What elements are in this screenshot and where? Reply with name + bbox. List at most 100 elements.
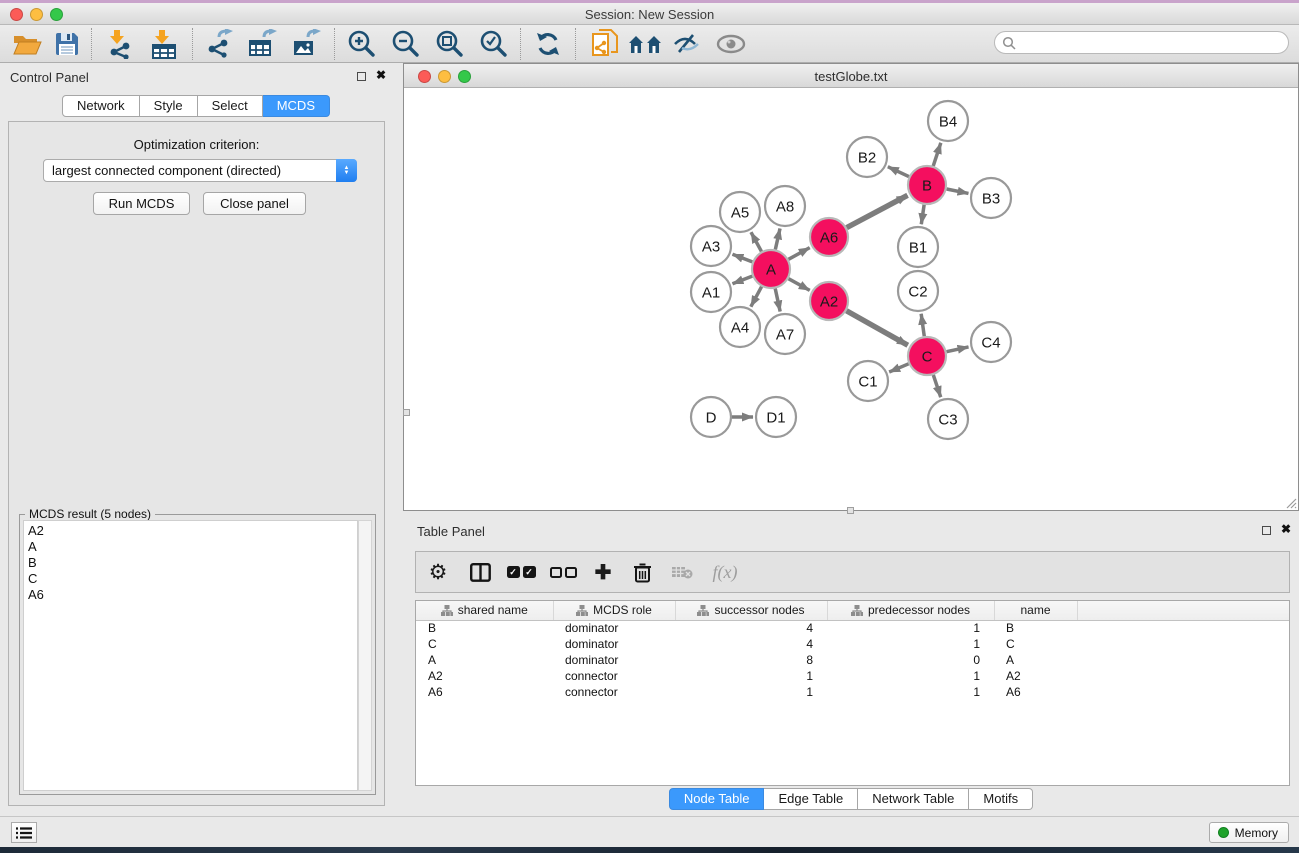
open-session-button[interactable] bbox=[8, 27, 46, 61]
import-table-button[interactable] bbox=[145, 27, 183, 61]
mcds-result-list[interactable]: A2ABCA6 bbox=[23, 520, 358, 791]
graph-node-A1[interactable]: A1 bbox=[691, 272, 731, 312]
graph-node-D[interactable]: D bbox=[691, 397, 731, 437]
table-cell[interactable]: 1 bbox=[827, 684, 994, 700]
table-row[interactable]: Cdominator41C bbox=[416, 636, 1289, 652]
table-row[interactable]: A6connector11A6 bbox=[416, 684, 1289, 700]
table-cell[interactable]: 1 bbox=[827, 636, 994, 652]
graph-node-D1[interactable]: D1 bbox=[756, 397, 796, 437]
graph-node-B3[interactable]: B3 bbox=[971, 178, 1011, 218]
graph-edge-A-A1[interactable] bbox=[732, 276, 752, 284]
zoom-out-button[interactable] bbox=[386, 27, 424, 61]
table-cell[interactable]: A2 bbox=[416, 668, 553, 684]
window-resize-handle[interactable] bbox=[1285, 497, 1297, 509]
table-row[interactable]: Bdominator41B bbox=[416, 620, 1289, 636]
run-mcds-button[interactable]: Run MCDS bbox=[93, 192, 190, 215]
table-cell[interactable]: 0 bbox=[827, 652, 994, 668]
graph-edge-A-A6[interactable] bbox=[789, 248, 810, 260]
column-header-MCDS-role[interactable]: MCDS role bbox=[553, 601, 675, 620]
table-cell[interactable]: 4 bbox=[675, 620, 827, 636]
graph-edge-B-B1[interactable] bbox=[921, 205, 924, 224]
graph-node-C1[interactable]: C1 bbox=[848, 361, 888, 401]
network-window-titlebar[interactable]: testGlobe.txt bbox=[404, 64, 1298, 88]
table-cell[interactable]: dominator bbox=[553, 620, 675, 636]
table-cell[interactable]: 4 bbox=[675, 636, 827, 652]
column-header-predecessor-nodes[interactable]: predecessor nodes bbox=[827, 601, 994, 620]
graph-node-C[interactable]: C bbox=[908, 337, 946, 375]
mcds-result-item[interactable]: C bbox=[28, 571, 357, 587]
table-cell[interactable]: dominator bbox=[553, 652, 675, 668]
graph-edge-A6-B[interactable] bbox=[847, 195, 908, 227]
tab-mcds[interactable]: MCDS bbox=[263, 95, 330, 117]
export-network-button[interactable] bbox=[201, 27, 239, 61]
graph-node-B2[interactable]: B2 bbox=[847, 137, 887, 177]
add-column-button[interactable]: ✚ bbox=[584, 554, 622, 590]
table-cell[interactable]: C bbox=[416, 636, 553, 652]
column-header-shared-name[interactable]: shared name bbox=[416, 601, 553, 620]
frame-resize-grip-bottom[interactable] bbox=[847, 507, 854, 514]
table-row[interactable]: A2connector11A2 bbox=[416, 668, 1289, 684]
memory-button[interactable]: Memory bbox=[1209, 822, 1289, 843]
graph-edge-C-C3[interactable] bbox=[933, 375, 940, 397]
split-columns-button[interactable] bbox=[460, 554, 500, 590]
select-all-columns-button[interactable]: ✓ ✓ bbox=[500, 554, 542, 590]
table-cell[interactable]: 1 bbox=[827, 668, 994, 684]
mcds-result-item[interactable]: A2 bbox=[28, 523, 357, 539]
graph-node-A6[interactable]: A6 bbox=[810, 218, 848, 256]
network-graph[interactable]: AA1A2A3A4A5A6A7A8BB1B2B3B4CC1C2C3C4DD1 bbox=[404, 88, 1297, 509]
table-cell[interactable]: B bbox=[416, 620, 553, 636]
tab-motifs[interactable]: Motifs bbox=[969, 788, 1033, 810]
table-cell[interactable]: dominator bbox=[553, 636, 675, 652]
network-from-selection-button[interactable] bbox=[586, 27, 624, 61]
table-cell[interactable]: 8 bbox=[675, 652, 827, 668]
tab-network-table[interactable]: Network Table bbox=[858, 788, 969, 810]
table-cell[interactable]: connector bbox=[553, 684, 675, 700]
refresh-layout-button[interactable] bbox=[529, 27, 567, 61]
close-panel-icon[interactable]: ✖ bbox=[376, 68, 386, 82]
graph-edge-A-A8[interactable] bbox=[775, 228, 780, 249]
graph-edge-C-C1[interactable] bbox=[889, 364, 908, 372]
network-canvas[interactable]: AA1A2A3A4A5A6A7A8BB1B2B3B4CC1C2C3C4DD1 bbox=[404, 88, 1298, 510]
float-panel-icon[interactable] bbox=[357, 72, 366, 81]
graph-edge-C-C2[interactable] bbox=[921, 314, 924, 336]
mcds-result-item[interactable]: A bbox=[28, 539, 357, 555]
hide-selected-button[interactable] bbox=[668, 27, 706, 61]
graph-edge-A2-C[interactable] bbox=[846, 311, 907, 345]
save-session-button[interactable] bbox=[48, 27, 86, 61]
column-header-successor-nodes[interactable]: successor nodes bbox=[675, 601, 827, 620]
import-network-button[interactable] bbox=[101, 27, 139, 61]
deselect-all-columns-button[interactable] bbox=[542, 554, 584, 590]
tab-style[interactable]: Style bbox=[140, 95, 198, 117]
table-close-panel-icon[interactable]: ✖ bbox=[1281, 522, 1291, 536]
tab-edge-table[interactable]: Edge Table bbox=[764, 788, 858, 810]
graph-node-C3[interactable]: C3 bbox=[928, 399, 968, 439]
graph-edge-B-B4[interactable] bbox=[933, 143, 941, 166]
table-cell[interactable]: connector bbox=[553, 668, 675, 684]
table-cell[interactable]: C bbox=[994, 636, 1077, 652]
graph-node-B[interactable]: B bbox=[908, 166, 946, 204]
graph-edge-A-A7[interactable] bbox=[775, 289, 780, 312]
first-neighbors-button[interactable] bbox=[626, 27, 664, 61]
table-cell[interactable]: A bbox=[416, 652, 553, 668]
graph-node-B1[interactable]: B1 bbox=[898, 227, 938, 267]
function-builder-button[interactable]: f(x) bbox=[702, 554, 748, 590]
graph-edge-A-A2[interactable] bbox=[789, 279, 810, 291]
table-row[interactable]: Adominator80A bbox=[416, 652, 1289, 668]
graph-edge-B-B2[interactable] bbox=[888, 167, 909, 177]
task-history-button[interactable] bbox=[11, 822, 37, 843]
export-image-button[interactable] bbox=[288, 27, 326, 61]
tab-select[interactable]: Select bbox=[198, 95, 263, 117]
zoom-in-button[interactable] bbox=[342, 27, 380, 61]
table-cell[interactable]: A bbox=[994, 652, 1077, 668]
search-input[interactable] bbox=[1016, 36, 1288, 50]
graph-node-C2[interactable]: C2 bbox=[898, 271, 938, 311]
close-panel-button[interactable]: Close panel bbox=[203, 192, 306, 215]
table-cell[interactable]: A6 bbox=[416, 684, 553, 700]
zoom-fit-button[interactable] bbox=[430, 27, 468, 61]
table-cell[interactable]: A2 bbox=[994, 668, 1077, 684]
delete-columns-button[interactable] bbox=[622, 554, 662, 590]
graph-edge-A-A4[interactable] bbox=[751, 287, 762, 307]
graph-node-A4[interactable]: A4 bbox=[720, 307, 760, 347]
search-field[interactable] bbox=[994, 31, 1289, 54]
column-header-name[interactable]: name bbox=[994, 601, 1077, 620]
